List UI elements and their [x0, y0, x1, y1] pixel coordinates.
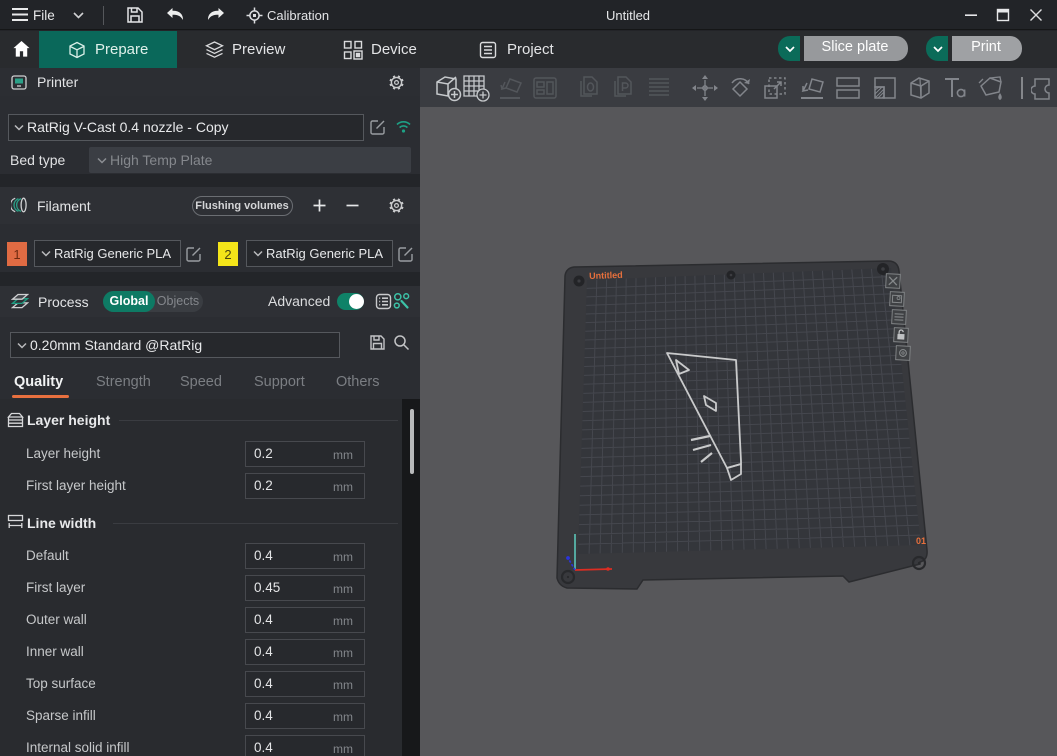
svg-text:Untitled: Untitled [589, 270, 623, 281]
svg-text:01: 01 [916, 536, 926, 546]
